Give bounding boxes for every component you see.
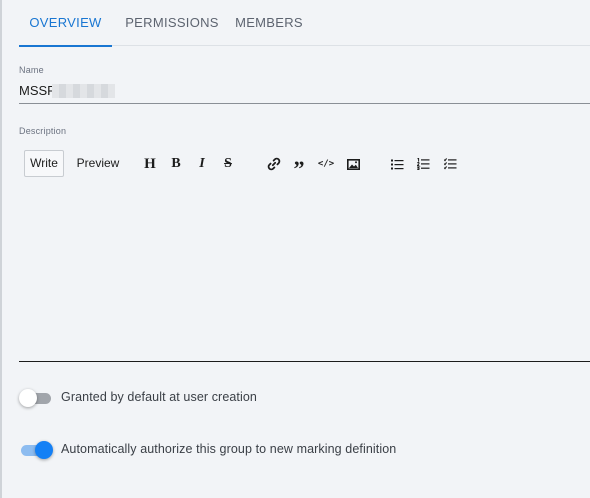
tab-members[interactable]: MEMBERS <box>234 0 304 46</box>
granted-by-default-toggle[interactable]: Granted by default at user creation <box>19 387 579 409</box>
code-icon[interactable]: </> <box>316 154 336 174</box>
name-input[interactable]: MSSP <box>19 78 590 104</box>
tab-bar: OVERVIEW PERMISSIONS MEMBERS <box>19 0 590 47</box>
name-label: Name <box>19 65 44 75</box>
name-value: MSSP <box>19 83 56 98</box>
image-icon[interactable] <box>343 154 363 174</box>
bold-icon[interactable]: B <box>166 154 186 174</box>
granted-by-default-switch[interactable] <box>19 389 53 407</box>
description-textarea[interactable] <box>19 184 590 362</box>
redacted-text <box>52 84 115 98</box>
unordered-list-icon[interactable] <box>387 154 407 174</box>
write-tab-button[interactable]: Write <box>24 150 64 177</box>
panel-left-border <box>0 0 2 498</box>
tab-permissions[interactable]: PERMISSIONS <box>124 0 220 46</box>
preview-tab-button[interactable]: Preview <box>70 150 126 177</box>
italic-icon[interactable]: I <box>192 154 212 174</box>
heading-icon[interactable]: H <box>140 154 160 174</box>
auto-authorize-toggle[interactable]: Automatically authorize this group to ne… <box>19 439 579 461</box>
description-label: Description <box>19 126 67 136</box>
checklist-icon[interactable] <box>440 154 460 174</box>
tab-overview[interactable]: OVERVIEW <box>19 0 112 47</box>
quote-icon[interactable]: ” <box>289 154 309 180</box>
link-icon[interactable] <box>264 154 284 174</box>
markdown-toolbar: Write Preview H B I S ” </> <box>24 150 584 180</box>
auto-authorize-switch[interactable] <box>19 441 53 459</box>
switch-thumb <box>19 389 37 407</box>
strikethrough-icon[interactable]: S <box>218 154 238 174</box>
granted-by-default-label: Granted by default at user creation <box>61 390 257 404</box>
ordered-list-icon[interactable] <box>413 154 433 174</box>
auto-authorize-label: Automatically authorize this group to ne… <box>61 442 397 456</box>
switch-thumb <box>35 441 53 459</box>
